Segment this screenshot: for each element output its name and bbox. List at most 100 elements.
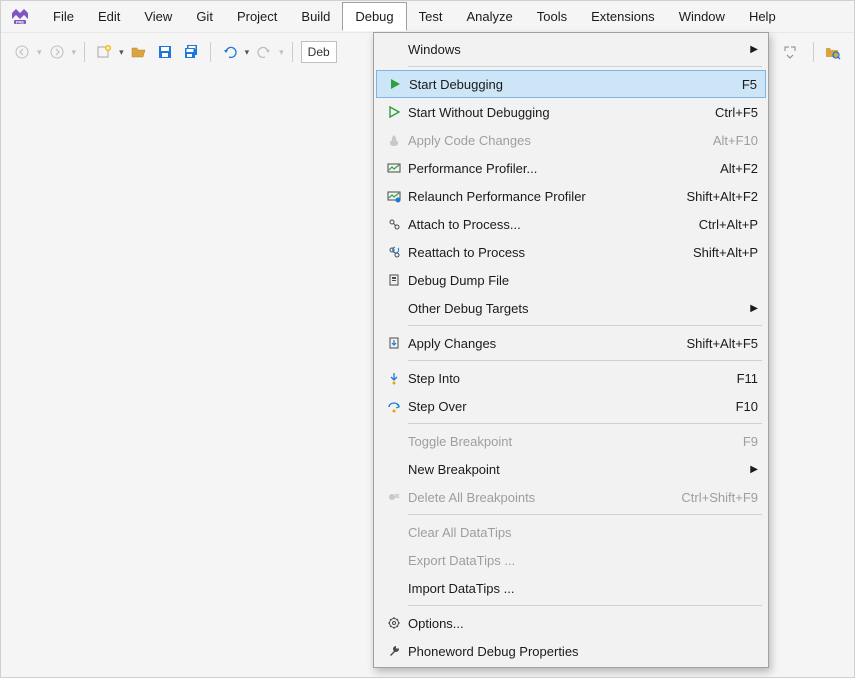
dropdown-chevron-icon[interactable]: ▾	[279, 47, 284, 58]
submenu-arrow-icon: ▶	[746, 44, 758, 55]
menu-separator	[408, 66, 762, 67]
menu-shortcut: Ctrl+F5	[658, 105, 758, 120]
new-item-icon[interactable]	[93, 41, 115, 63]
menu-relaunch-profiler[interactable]: Relaunch Performance Profiler Shift+Alt+…	[374, 182, 768, 210]
menu-start-without-debugging[interactable]: Start Without Debugging Ctrl+F5	[374, 98, 768, 126]
menu-help[interactable]: Help	[737, 3, 788, 30]
menubar: PRE File Edit View Git Project Build Deb…	[1, 1, 854, 33]
menu-analyze[interactable]: Analyze	[454, 3, 524, 30]
menu-performance-profiler[interactable]: Performance Profiler... Alt+F2	[374, 154, 768, 182]
menu-label: Other Debug Targets	[408, 301, 746, 316]
save-all-icon[interactable]	[180, 41, 202, 63]
menu-separator	[408, 423, 762, 424]
open-folder-icon[interactable]	[128, 41, 150, 63]
menu-label: Attach to Process...	[408, 217, 658, 232]
menu-attach-process[interactable]: Attach to Process... Ctrl+Alt+P	[374, 210, 768, 238]
menu-apply-changes[interactable]: Apply Changes Shift+Alt+F5	[374, 329, 768, 357]
menu-label: Import DataTips ...	[408, 581, 658, 596]
reattach-icon	[380, 245, 408, 259]
menu-label: Reattach to Process	[408, 245, 658, 260]
find-in-files-icon[interactable]	[822, 41, 844, 63]
step-over-icon	[380, 399, 408, 413]
menu-import-datatips[interactable]: Import DataTips ...	[374, 574, 768, 602]
menu-label: Apply Changes	[408, 336, 658, 351]
vs-logo-icon: PRE	[9, 6, 31, 28]
menu-shortcut: Shift+Alt+P	[658, 245, 758, 260]
flame-icon	[380, 133, 408, 147]
menu-reattach-process[interactable]: Reattach to Process Shift+Alt+P	[374, 238, 768, 266]
menu-label: Relaunch Performance Profiler	[408, 189, 658, 204]
menu-separator	[408, 360, 762, 361]
submenu-arrow-icon: ▶	[746, 303, 758, 314]
menu-window[interactable]: Window	[667, 3, 737, 30]
submenu-arrow-icon: ▶	[746, 464, 758, 475]
menu-extensions[interactable]: Extensions	[579, 3, 667, 30]
menu-shortcut: Shift+Alt+F5	[658, 336, 758, 351]
delete-breakpoints-icon	[380, 490, 408, 504]
svg-text:PRE: PRE	[16, 19, 25, 24]
menu-test[interactable]: Test	[407, 3, 455, 30]
menu-step-over[interactable]: Step Over F10	[374, 392, 768, 420]
menu-shortcut: F9	[658, 434, 758, 449]
menu-label: Start Without Debugging	[408, 105, 658, 120]
menu-project[interactable]: Project	[225, 3, 289, 30]
menu-git[interactable]: Git	[184, 3, 225, 30]
menu-edit[interactable]: Edit	[86, 3, 132, 30]
dropdown-chevron-icon[interactable]: ▾	[245, 47, 250, 58]
nav-forward-icon[interactable]	[46, 41, 68, 63]
toolbar-divider	[84, 42, 85, 62]
profiler-relaunch-icon	[380, 189, 408, 203]
save-icon[interactable]	[154, 41, 176, 63]
menu-shortcut: F10	[658, 399, 758, 414]
menu-label: Apply Code Changes	[408, 133, 658, 148]
toolbar-divider	[813, 42, 814, 62]
attach-icon	[380, 217, 408, 231]
menu-separator	[408, 605, 762, 606]
menu-shortcut: Ctrl+Shift+F9	[658, 490, 758, 505]
apply-changes-icon	[380, 336, 408, 350]
menu-label: Options...	[408, 616, 658, 631]
menu-toggle-breakpoint: Toggle Breakpoint F9	[374, 427, 768, 455]
dump-file-icon	[380, 273, 408, 287]
menu-build[interactable]: Build	[289, 3, 342, 30]
menu-separator	[408, 325, 762, 326]
menu-label: Clear All DataTips	[408, 525, 658, 540]
menu-separator	[408, 514, 762, 515]
menu-debug[interactable]: Debug	[342, 2, 406, 31]
menu-tools[interactable]: Tools	[525, 3, 579, 30]
menu-shortcut: F11	[658, 371, 758, 386]
gear-icon	[380, 616, 408, 630]
menu-debug-properties[interactable]: Phoneword Debug Properties	[374, 637, 768, 665]
menu-windows[interactable]: Windows ▶	[374, 35, 768, 63]
menu-shortcut: Alt+F2	[658, 161, 758, 176]
menu-view[interactable]: View	[132, 3, 184, 30]
debug-dropdown: Windows ▶ Start Debugging F5 Start Witho…	[373, 32, 769, 668]
config-combo[interactable]: Deb	[301, 41, 337, 63]
dropdown-chevron-icon[interactable]: ▾	[119, 47, 124, 58]
menu-options[interactable]: Options...	[374, 609, 768, 637]
step-into-icon	[380, 371, 408, 385]
menu-other-debug-targets[interactable]: Other Debug Targets ▶	[374, 294, 768, 322]
menu-label: Toggle Breakpoint	[408, 434, 658, 449]
menu-shortcut: Alt+F10	[658, 133, 758, 148]
menu-shortcut: F5	[657, 77, 757, 92]
menu-debug-dump-file[interactable]: Debug Dump File	[374, 266, 768, 294]
menu-shortcut: Shift+Alt+F2	[658, 189, 758, 204]
toolbar-overflow-icon[interactable]	[779, 41, 801, 63]
menu-clear-datatips: Clear All DataTips	[374, 518, 768, 546]
menu-shortcut: Ctrl+Alt+P	[658, 217, 758, 232]
menu-label: Start Debugging	[409, 77, 657, 92]
menu-label: Step Into	[408, 371, 658, 386]
redo-icon[interactable]	[253, 41, 275, 63]
menu-label: New Breakpoint	[408, 462, 746, 477]
menu-label: Debug Dump File	[408, 273, 658, 288]
menu-file[interactable]: File	[41, 3, 86, 30]
dropdown-chevron-icon[interactable]: ▾	[72, 47, 77, 58]
toolbar-divider	[210, 42, 211, 62]
menu-new-breakpoint[interactable]: New Breakpoint ▶	[374, 455, 768, 483]
menu-start-debugging[interactable]: Start Debugging F5	[376, 70, 766, 98]
dropdown-chevron-icon[interactable]: ▾	[37, 47, 42, 58]
menu-step-into[interactable]: Step Into F11	[374, 364, 768, 392]
undo-icon[interactable]	[219, 41, 241, 63]
nav-back-icon[interactable]	[11, 41, 33, 63]
